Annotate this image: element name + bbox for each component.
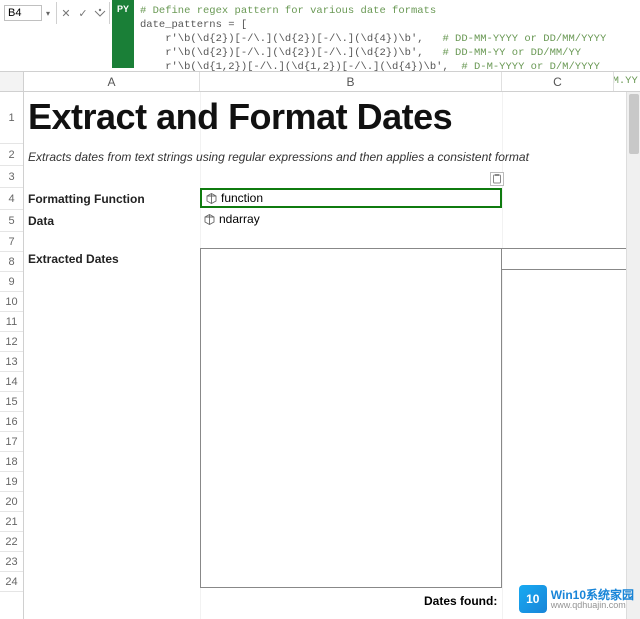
- value-formatting-function: function: [221, 191, 263, 205]
- page-title: Extract and Format Dates: [28, 96, 452, 138]
- watermark-line1: Win10系统家园: [551, 589, 634, 601]
- row-header[interactable]: 8: [0, 252, 23, 272]
- value-data: ndarray: [219, 212, 260, 226]
- dates-found-label: Dates found:: [424, 594, 497, 608]
- row-header[interactable]: 23: [0, 552, 23, 572]
- watermark-logo: 10: [519, 585, 547, 613]
- row-header[interactable]: 17: [0, 432, 23, 452]
- name-box[interactable]: [4, 5, 42, 21]
- scrollbar-thumb[interactable]: [629, 94, 639, 154]
- row-header[interactable]: 11: [0, 312, 23, 332]
- extracted-dates-output-side[interactable]: [502, 248, 636, 270]
- object-icon: [204, 214, 215, 225]
- extracted-dates-output[interactable]: [200, 248, 502, 588]
- watermark-line2: www.qdhuajin.com: [551, 601, 634, 610]
- row-header[interactable]: 16: [0, 412, 23, 432]
- fx-dropdown-icon[interactable]: [93, 4, 107, 22]
- card-icon[interactable]: [490, 172, 504, 186]
- col-header-c[interactable]: C: [502, 72, 614, 91]
- page-subtitle: Extracts dates from text strings using r…: [28, 150, 529, 164]
- row-header[interactable]: 13: [0, 352, 23, 372]
- label-extracted-dates: Extracted Dates: [28, 252, 119, 266]
- sheet-area[interactable]: Extract and Format Dates Extracts dates …: [24, 92, 640, 619]
- row-header[interactable]: 9: [0, 272, 23, 292]
- label-formatting-function: Formatting Function: [28, 192, 145, 206]
- row-header[interactable]: 22: [0, 532, 23, 552]
- select-all-corner[interactable]: [0, 72, 24, 91]
- col-header-b[interactable]: B: [200, 72, 502, 91]
- row-header[interactable]: 24: [0, 572, 23, 592]
- row-header[interactable]: 12: [0, 332, 23, 352]
- vertical-scrollbar[interactable]: [626, 92, 640, 619]
- row-header[interactable]: 19: [0, 472, 23, 492]
- cell-formatting-function[interactable]: function: [200, 188, 502, 208]
- row-header[interactable]: 20: [0, 492, 23, 512]
- formula-bar: ▾ ✕ ✓ PY # Define regex pattern for vari…: [0, 0, 640, 72]
- formula-bar-controls: ✕ ✓: [57, 2, 110, 24]
- row-header[interactable]: 15: [0, 392, 23, 412]
- row-header[interactable]: 18: [0, 452, 23, 472]
- col-header-a[interactable]: A: [24, 72, 200, 91]
- row-header[interactable]: 10: [0, 292, 23, 312]
- row-header[interactable]: 3: [0, 166, 23, 188]
- name-box-dropdown[interactable]: ▾: [42, 3, 54, 23]
- name-box-wrap: ▾: [0, 2, 57, 24]
- row-header[interactable]: 21: [0, 512, 23, 532]
- cell-data[interactable]: ndarray: [204, 212, 260, 226]
- label-data: Data: [28, 214, 54, 228]
- row-header[interactable]: 7: [0, 232, 23, 252]
- row-header[interactable]: 4: [0, 188, 23, 210]
- object-icon: [206, 193, 217, 204]
- row-headers: 12345789101112131415161718192021222324: [0, 92, 24, 619]
- row-header[interactable]: 5: [0, 210, 23, 232]
- column-headers: A B C: [0, 72, 640, 92]
- confirm-icon[interactable]: ✓: [76, 4, 90, 22]
- cancel-icon[interactable]: ✕: [59, 4, 73, 22]
- grid-body: 12345789101112131415161718192021222324 E…: [0, 92, 640, 619]
- row-header[interactable]: 1: [0, 92, 23, 144]
- python-badge: PY: [112, 0, 134, 68]
- row-header[interactable]: 2: [0, 144, 23, 166]
- watermark: 10 Win10系统家园 www.qdhuajin.com: [519, 585, 634, 613]
- row-header[interactable]: 14: [0, 372, 23, 392]
